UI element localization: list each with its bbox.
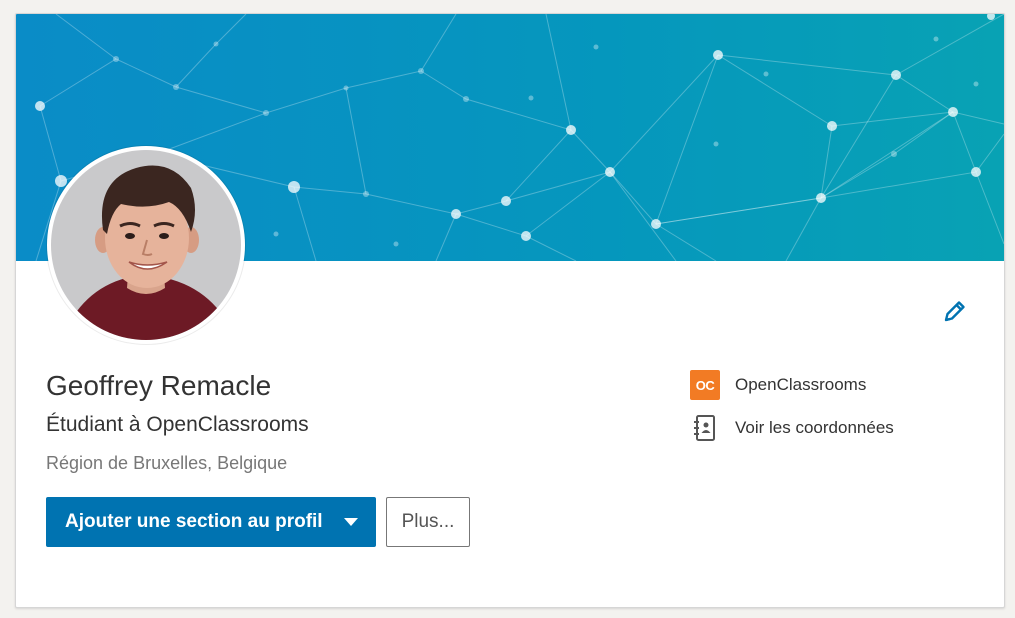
profile-headline: Étudiant à OpenClassrooms [46,413,309,436]
avatar-portrait-image [51,150,241,340]
current-company-link[interactable]: OC OpenClassrooms [690,369,866,401]
contact-info-link[interactable]: Voir les coordonnées [690,412,894,444]
profile-photo[interactable] [47,146,245,344]
profile-card: Geoffrey Remacle Étudiant à OpenClassroo… [15,13,1005,608]
contact-info-label: Voir les coordonnées [735,418,894,437]
company-label: OpenClassrooms [735,375,867,394]
profile-name: Geoffrey Remacle [46,370,272,401]
profile-location: Région de Bruxelles, Belgique [46,453,288,473]
more-actions-button[interactable]: Plus... [386,497,470,547]
add-profile-section-button[interactable]: Ajouter une section au profil [46,497,376,547]
add-profile-section-label: Ajouter une section au profil [65,511,323,532]
openclassrooms-logo-icon: OC [690,370,720,400]
caret-down-icon [344,518,358,526]
edit-profile-pencil-icon[interactable] [938,296,970,328]
address-book-icon [690,413,720,443]
